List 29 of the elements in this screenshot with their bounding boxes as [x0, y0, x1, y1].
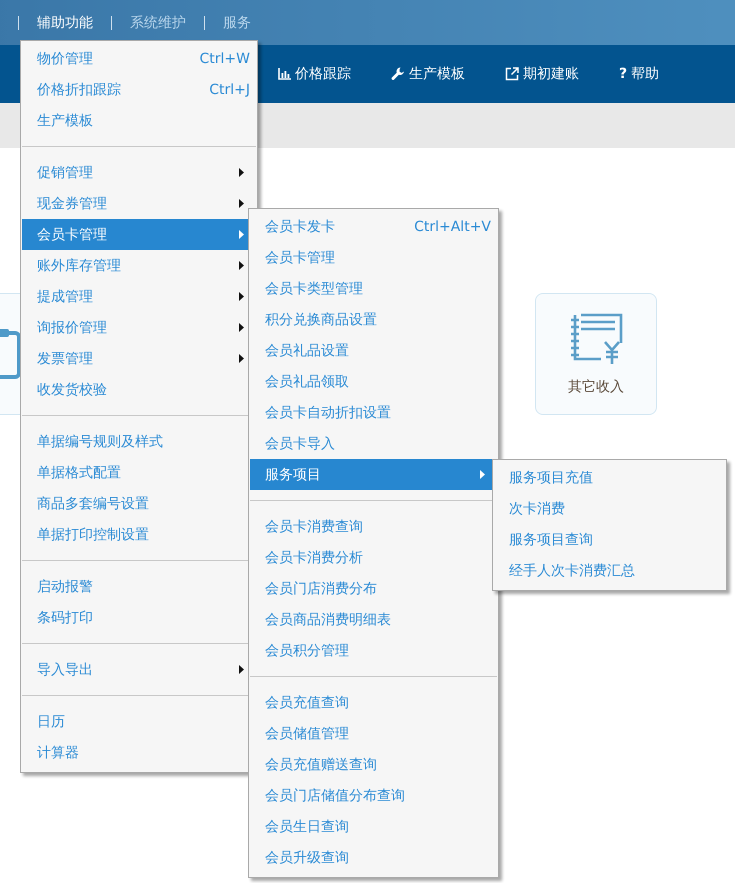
menu-item[interactable]: 会员升级查询 [250, 842, 497, 873]
top-menu-item[interactable]: 辅助功能 [37, 14, 93, 32]
top-menu-item[interactable]: 服务 [223, 14, 251, 32]
menu-item[interactable]: 经手人次卡消费汇总 [494, 555, 725, 586]
function-card[interactable]: 其它收入 [535, 293, 657, 415]
menu-item[interactable]: 服务项目充值 [494, 462, 725, 493]
menu-item[interactable]: 次卡消费 [494, 493, 725, 524]
menu-item[interactable]: 会员储值管理 [250, 718, 497, 749]
external-link-icon [505, 67, 519, 81]
wrench-icon [391, 67, 405, 81]
menu-item[interactable]: 物价管理 Ctrl+W [22, 43, 256, 74]
toolbar-button[interactable]: ? 帮助 [619, 65, 660, 83]
toolbar-button[interactable]: 生产模板 [391, 65, 465, 83]
menu-item[interactable]: 会员充值查询 [250, 687, 497, 718]
menu-item[interactable]: 会员门店储值分布查询 [250, 780, 497, 811]
bar-chart-icon [278, 68, 291, 80]
menu-item[interactable]: 会员卡导入 [250, 428, 497, 459]
menu-item[interactable]: 会员商品消费明细表 [250, 604, 497, 635]
card-label: 其它收入 [568, 378, 624, 396]
toolbar-button[interactable]: 期初建账 [505, 65, 579, 83]
menu-item[interactable]: 会员充值赠送查询 [250, 749, 497, 780]
menu-item[interactable]: 会员生日查询 [250, 811, 497, 842]
menu-item[interactable]: 价格折扣跟踪 Ctrl+J [22, 74, 256, 105]
ledger-icon [569, 312, 623, 366]
menu-item[interactable]: 会员卡自动折扣设置 [250, 397, 497, 428]
menu-item[interactable]: 促销管理 [22, 157, 256, 188]
top-menu-item[interactable]: 系统维护 [130, 14, 186, 32]
menu-item[interactable]: 服务项目查询 [494, 524, 725, 555]
toolbar-button[interactable]: 价格跟踪 [278, 65, 351, 83]
